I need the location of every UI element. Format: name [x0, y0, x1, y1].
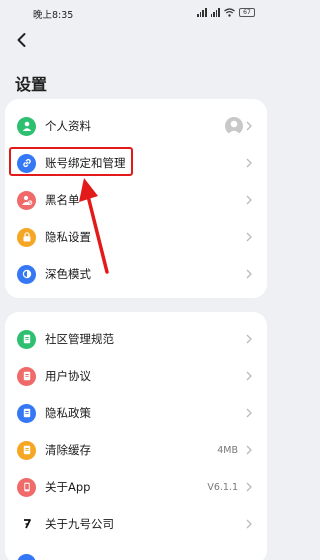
row-label: 清除缓存	[45, 443, 91, 457]
row-label: 社区管理规范	[45, 332, 114, 346]
row-partial[interactable]	[5, 544, 267, 560]
half-circle-icon	[17, 264, 36, 284]
signal-icon-2	[210, 7, 220, 17]
chevron-right-icon	[246, 519, 252, 529]
row-label: 隐私政策	[45, 406, 91, 420]
row-about-company[interactable]: 关于九号公司	[5, 505, 267, 543]
settings-card-about: 社区管理规范 用户协议 隐私政策 清除缓存 4MB 关于App V6.1.1 关…	[5, 312, 267, 560]
ninebot-logo-icon	[17, 514, 36, 534]
row-community-rules[interactable]: 社区管理规范	[5, 320, 267, 358]
chevron-right-icon	[246, 232, 252, 242]
signal-icon	[197, 7, 207, 17]
person-blocked-icon	[17, 190, 36, 210]
row-user-agreement[interactable]: 用户协议	[5, 357, 267, 395]
document-icon	[17, 366, 36, 386]
person-icon	[17, 116, 36, 136]
page-title: 设置	[15, 75, 48, 94]
document-icon	[17, 440, 36, 460]
highlight-box	[9, 147, 133, 176]
partial-icon	[17, 553, 36, 560]
row-privacy-settings[interactable]: 隐私设置	[5, 218, 267, 256]
chevron-right-icon	[246, 445, 252, 455]
lock-icon	[17, 227, 36, 247]
avatar[interactable]	[225, 117, 243, 135]
settings-card-account: 个人资料 账号绑定和管理 黑名单 隐私设置 深色模式	[5, 99, 267, 298]
chevron-right-icon	[246, 482, 252, 492]
wifi-icon	[224, 7, 235, 17]
status-icons: 67	[197, 7, 255, 17]
back-arrow-icon[interactable]	[14, 32, 30, 48]
chevron-right-icon	[246, 408, 252, 418]
chevron-right-icon	[246, 371, 252, 381]
app-version: V6.1.1	[207, 481, 238, 493]
document-icon	[17, 329, 36, 349]
phone-icon	[17, 477, 36, 497]
row-label: 个人资料	[45, 119, 91, 133]
row-label: 关于九号公司	[45, 517, 114, 531]
chevron-right-icon	[246, 195, 252, 205]
cache-size: 4MB	[217, 444, 238, 456]
document-icon	[17, 403, 36, 423]
row-dark-mode[interactable]: 深色模式	[5, 255, 267, 293]
battery-icon: 67	[239, 7, 255, 17]
row-privacy-policy[interactable]: 隐私政策	[5, 394, 267, 432]
row-blacklist[interactable]: 黑名单	[5, 181, 267, 219]
row-about-app[interactable]: 关于App V6.1.1	[5, 468, 267, 506]
row-label: 用户协议	[45, 369, 91, 383]
row-profile[interactable]: 个人资料	[5, 107, 267, 145]
chevron-right-icon	[246, 158, 252, 168]
chevron-right-icon	[246, 269, 252, 279]
status-bar: 晚上8:35 67	[0, 0, 273, 24]
row-clear-cache[interactable]: 清除缓存 4MB	[5, 431, 267, 469]
row-label: 关于App	[45, 480, 91, 494]
status-time: 晚上8:35	[33, 10, 74, 21]
chevron-right-icon	[246, 121, 252, 131]
chevron-right-icon	[246, 334, 252, 344]
red-arrow-icon	[79, 178, 109, 274]
